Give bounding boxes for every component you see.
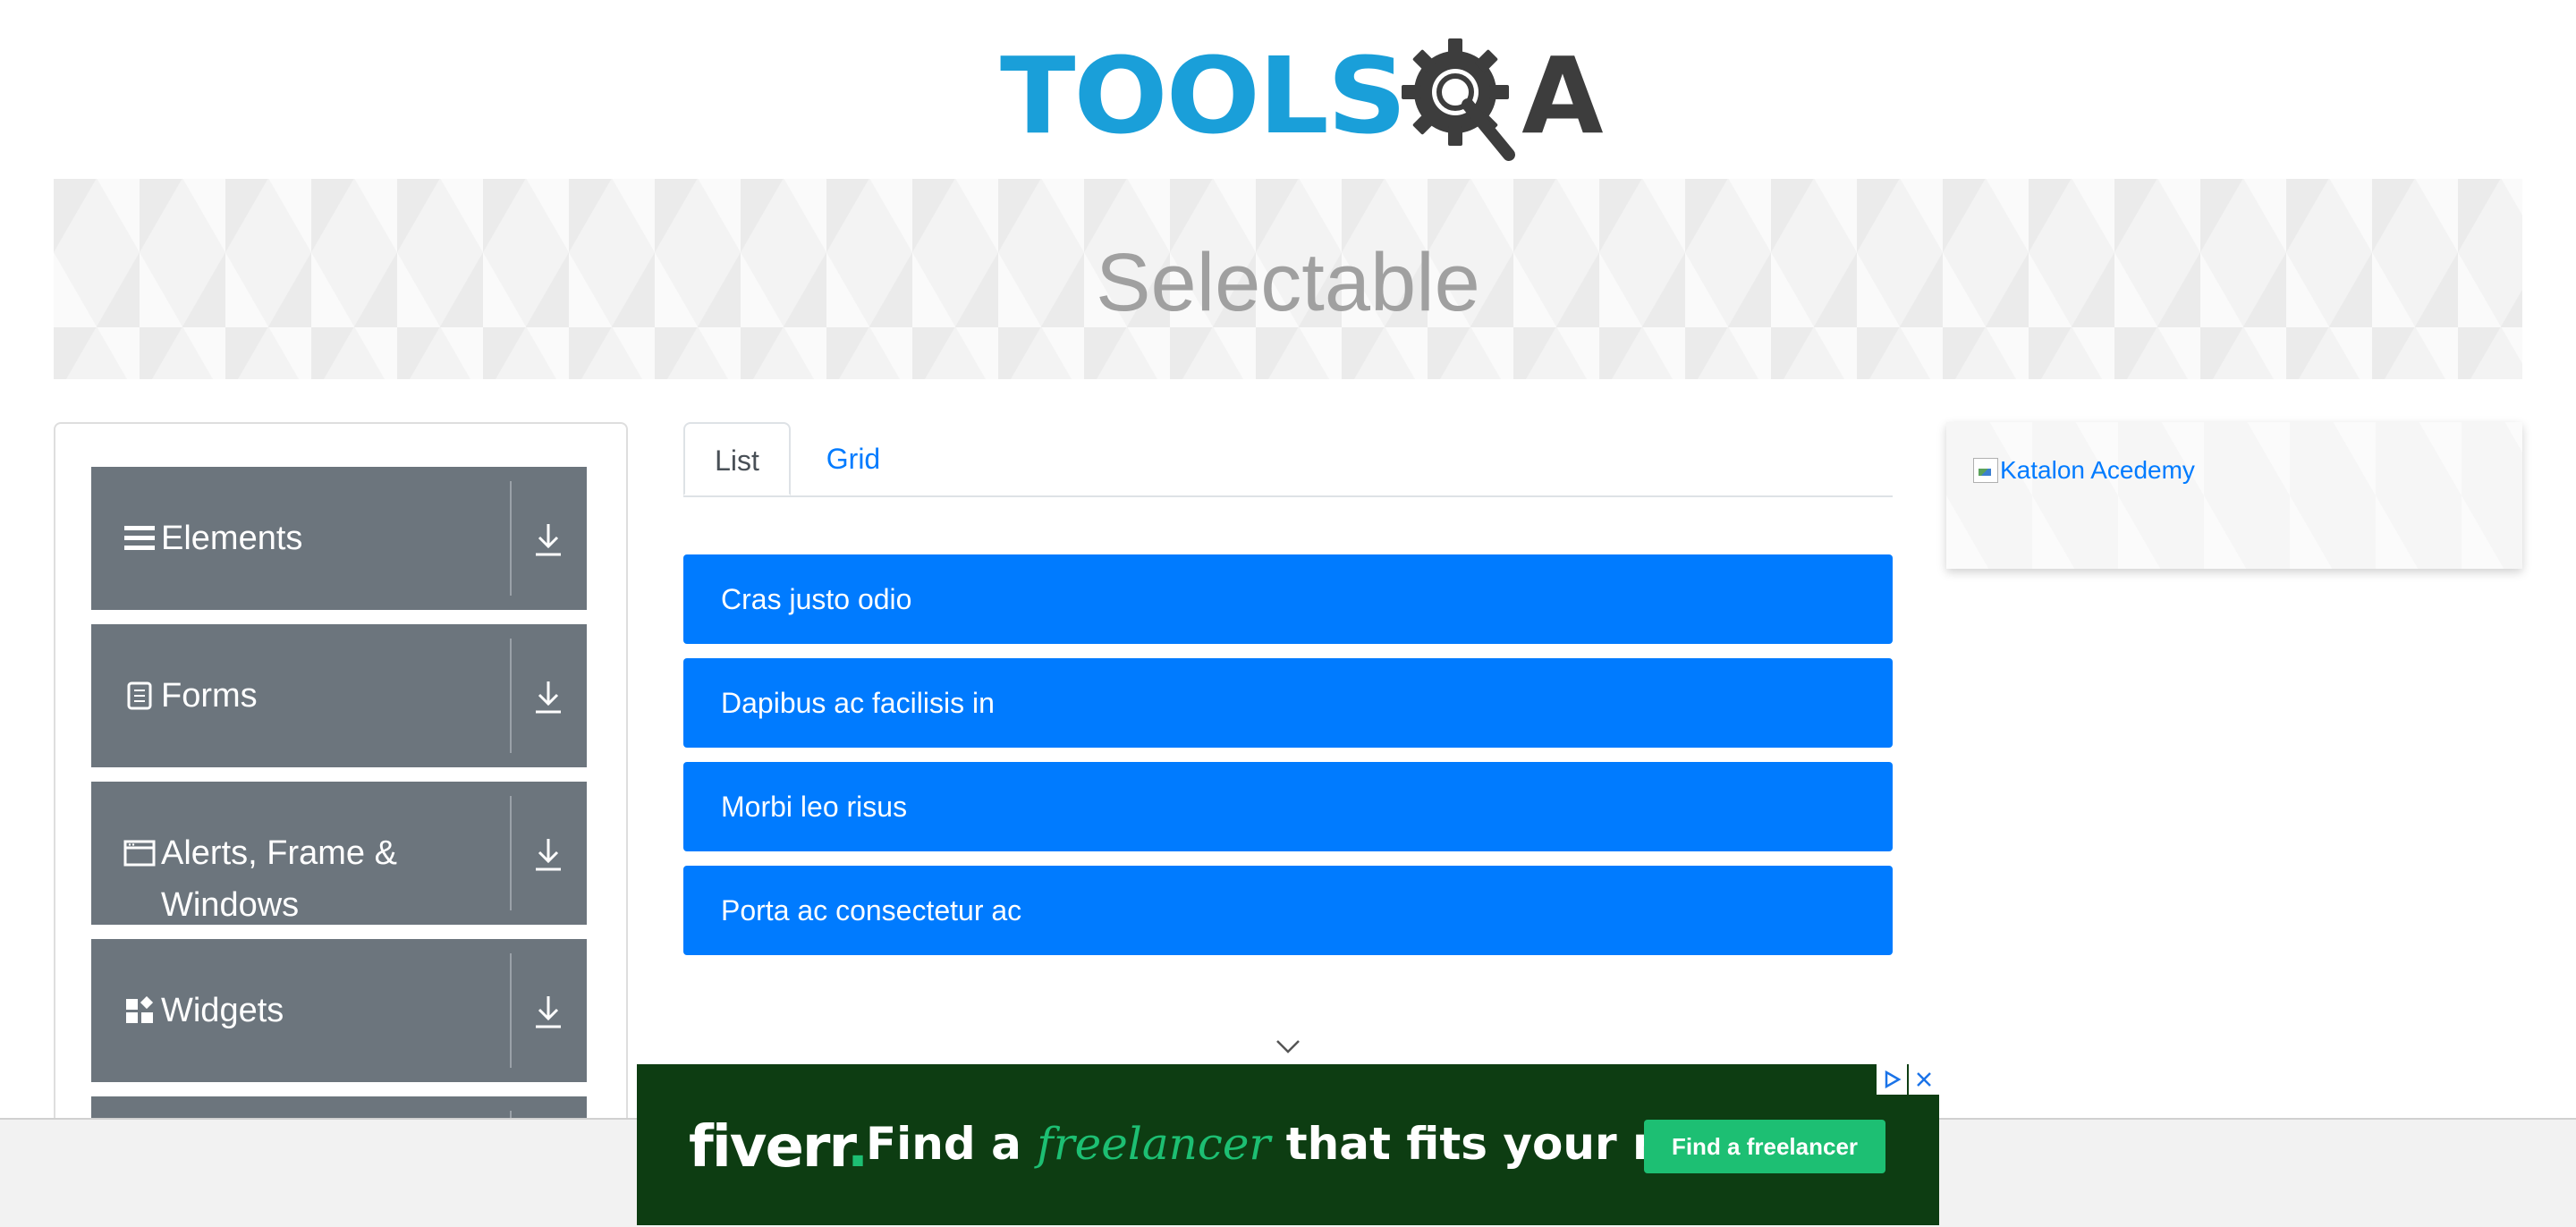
divider xyxy=(510,639,512,753)
logo-text-tools: TOOLS xyxy=(1000,34,1407,157)
sidebar-group-label: Elements xyxy=(161,520,303,557)
sidebar-group-label: Alerts, Frame & Windows xyxy=(161,834,397,924)
fiverr-ad-banner[interactable]: fiverr. Find a freelancer that fits your… xyxy=(637,1064,1939,1225)
gear-magnifier-icon xyxy=(1393,30,1527,168)
list-item[interactable]: Dapibus ac facilisis in xyxy=(683,658,1893,748)
sidebar-group-label: Widgets xyxy=(161,992,284,1029)
download-arrow-icon[interactable] xyxy=(526,519,571,560)
download-arrow-icon[interactable] xyxy=(526,991,571,1032)
tab-bar: List Grid xyxy=(683,422,1893,497)
list-item[interactable]: Morbi leo risus xyxy=(683,762,1893,851)
left-sidebar: Elements Forms Alerts, Frame & Windows W… xyxy=(54,422,628,1227)
hamburger-icon xyxy=(123,522,156,554)
fiverr-logo: fiverr. xyxy=(689,1114,869,1180)
widgets-icon xyxy=(123,994,156,1027)
page-banner: Selectable xyxy=(54,179,2522,379)
divider xyxy=(510,953,512,1068)
find-freelancer-button[interactable]: Find a freelancer xyxy=(1644,1120,1885,1173)
page-title: Selectable xyxy=(1096,236,1480,328)
tab-grid[interactable]: Grid xyxy=(791,422,916,495)
window-icon xyxy=(123,837,156,869)
tab-list[interactable]: List xyxy=(683,422,791,495)
sidebar-group-forms[interactable]: Forms xyxy=(91,624,587,767)
broken-image-icon xyxy=(1973,458,1998,483)
close-icon[interactable] xyxy=(1909,1064,1939,1095)
fiverr-logo-dot: . xyxy=(846,1114,869,1180)
download-arrow-icon[interactable] xyxy=(526,676,571,717)
sidebar-group-widgets[interactable]: Widgets xyxy=(91,939,587,1082)
list-item[interactable]: Porta ac consectetur ac xyxy=(683,866,1893,955)
list-item[interactable]: Cras justo odio xyxy=(683,554,1893,644)
katalon-ad-card[interactable]: Katalon Acedemy xyxy=(1946,422,2522,569)
katalon-ad-alt-text: Katalon Acedemy xyxy=(2000,456,2195,484)
fiverr-logo-text: fiverr xyxy=(689,1114,849,1180)
tagline-emphasis: freelancer xyxy=(1037,1118,1271,1170)
logo-text-a: A xyxy=(1521,34,1604,157)
toolsqa-logo[interactable]: TOOLS A xyxy=(1000,25,1604,168)
download-arrow-icon[interactable] xyxy=(526,834,571,875)
chevron-down-icon[interactable] xyxy=(1274,1037,1302,1060)
adchoices-icon[interactable] xyxy=(1877,1064,1907,1095)
document-icon xyxy=(123,680,156,712)
divider xyxy=(510,481,512,596)
sidebar-group-alerts-frame-windows[interactable]: Alerts, Frame & Windows xyxy=(91,782,587,925)
divider xyxy=(510,796,512,910)
tagline-part: Find a xyxy=(866,1118,1038,1170)
katalon-ad-link[interactable]: Katalon Acedemy xyxy=(1973,456,2195,485)
sidebar-group-elements[interactable]: Elements xyxy=(91,467,587,610)
sidebar-group-label: Forms xyxy=(161,677,258,715)
